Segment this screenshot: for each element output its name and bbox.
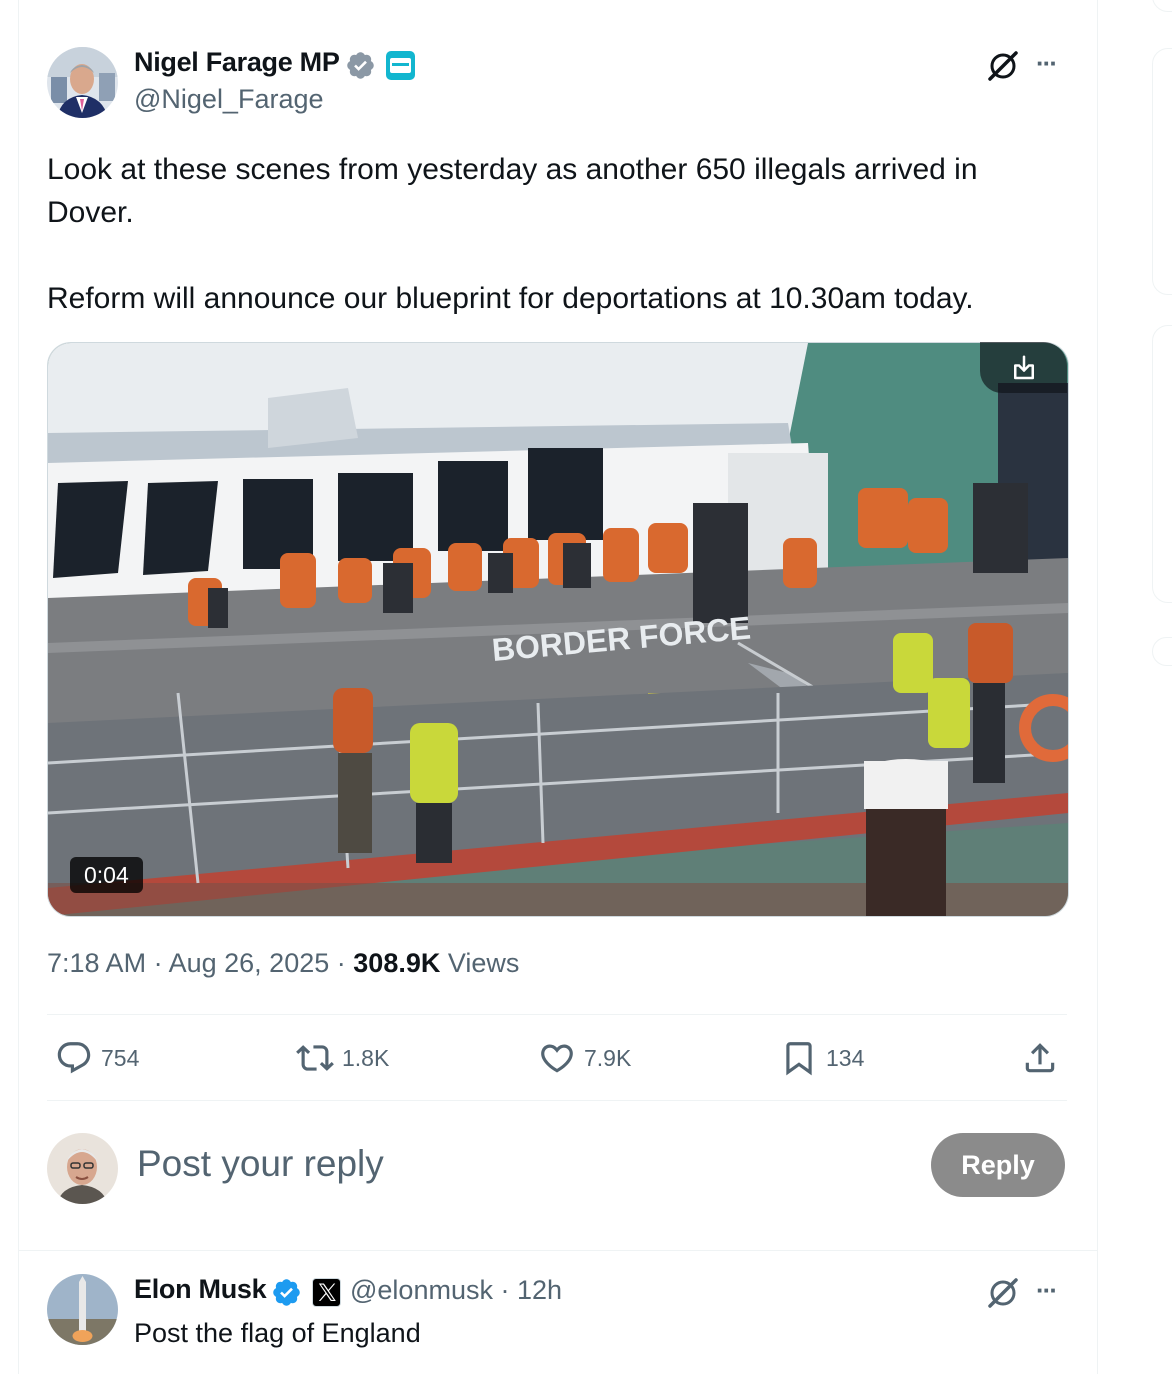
- reply-meta: @elonmusk · 12h: [350, 1275, 562, 1306]
- views-label: Views: [447, 948, 520, 978]
- verified-icon: [347, 52, 374, 79]
- more-icon[interactable]: ···: [1036, 48, 1058, 79]
- bookmark-action[interactable]: 134: [780, 1039, 864, 1077]
- tweet-paragraph: Look at these scenes from yesterday as a…: [47, 153, 978, 229]
- tweet-paragraph: Reform will announce our blueprint for d…: [47, 282, 974, 315]
- bookmark-count: 134: [826, 1044, 865, 1071]
- user-avatar[interactable]: [47, 1133, 118, 1204]
- like-action[interactable]: 7.9K: [538, 1039, 631, 1077]
- meta-separator: ·: [336, 948, 346, 978]
- tweet-meta: 7:18 AM · Aug 26, 2025 · 308.9K Views: [47, 948, 519, 979]
- author-avatar[interactable]: [47, 47, 118, 118]
- divider: [47, 1100, 1067, 1101]
- reply-author-avatar[interactable]: [47, 1274, 118, 1345]
- sidebar-card: [1152, 0, 1172, 12]
- meta-separator: ·: [500, 1275, 510, 1305]
- x-logo-icon[interactable]: [312, 1278, 341, 1307]
- reply-icon: [57, 1042, 91, 1074]
- author-name[interactable]: Nigel Farage MP: [134, 47, 340, 78]
- tweet-time[interactable]: 7:18 AM: [47, 948, 146, 978]
- reply-author-handle[interactable]: @elonmusk: [350, 1275, 493, 1305]
- reply-text: Post the flag of England: [134, 1318, 421, 1348]
- video-thumbnail[interactable]: BORDER FORCE: [47, 342, 1069, 917]
- verified-icon: [273, 1279, 300, 1306]
- grok-icon[interactable]: [986, 1275, 1020, 1309]
- tweet-text: Look at these scenes from yesterday as a…: [47, 148, 1057, 320]
- bookmark-icon: [786, 1042, 812, 1076]
- sidebar-card: [1152, 48, 1172, 295]
- share-icon: [1025, 1043, 1055, 1073]
- affiliate-badge[interactable]: [386, 51, 415, 80]
- reply-count: 754: [101, 1044, 140, 1071]
- video-duration: 0:04: [70, 857, 143, 893]
- like-icon: [541, 1044, 573, 1073]
- reply-author-name[interactable]: Elon Musk: [134, 1274, 267, 1305]
- divider: [47, 1014, 1067, 1015]
- reply-input[interactable]: Post your reply: [137, 1143, 384, 1185]
- timeline-right-border: [1097, 0, 1098, 1374]
- repost-action[interactable]: 1.8K: [296, 1039, 389, 1077]
- grok-icon[interactable]: [986, 48, 1020, 82]
- sidebar-card: [1152, 325, 1172, 603]
- download-button[interactable]: [980, 342, 1067, 393]
- share-action[interactable]: [1021, 1039, 1059, 1077]
- reply-button[interactable]: Reply: [931, 1133, 1065, 1197]
- sidebar-card: [1152, 637, 1172, 666]
- like-count: 7.9K: [584, 1044, 632, 1071]
- tweet-date[interactable]: Aug 26, 2025: [169, 948, 330, 978]
- repost-count: 1.8K: [342, 1044, 390, 1071]
- reply-age[interactable]: 12h: [517, 1275, 562, 1305]
- more-icon[interactable]: ···: [1036, 1275, 1058, 1306]
- timeline-left-border: [18, 0, 19, 1374]
- meta-separator: ·: [153, 948, 163, 978]
- views-count: 308.9K: [353, 948, 441, 978]
- reply-action[interactable]: 754: [55, 1039, 139, 1077]
- divider: [19, 1250, 1097, 1251]
- download-icon: [1013, 355, 1034, 379]
- repost-icon: [296, 1045, 334, 1071]
- author-handle[interactable]: @Nigel_Farage: [134, 84, 324, 115]
